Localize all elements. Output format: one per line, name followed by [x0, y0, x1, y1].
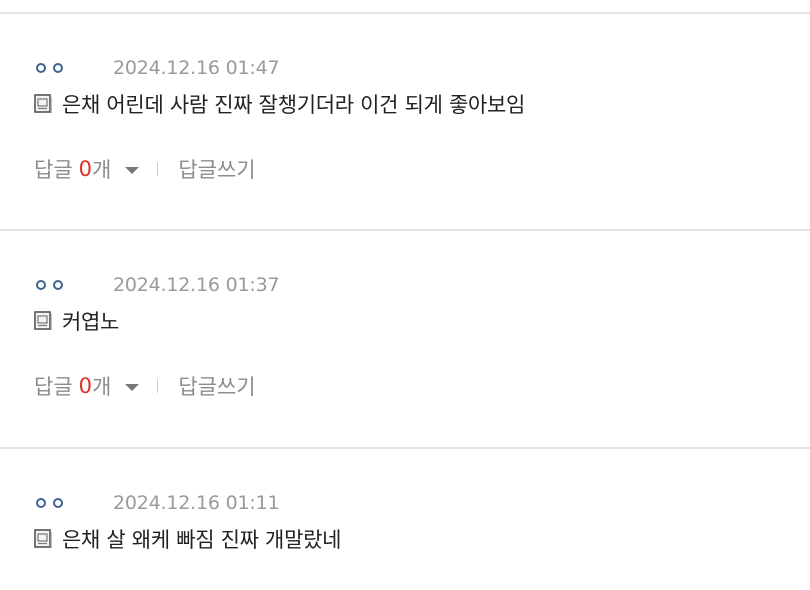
comment-meta: 2024.12.16 01:47 [36, 56, 280, 80]
nickname-char-icon [36, 63, 46, 73]
comment-body: 은채 어린데 사람 진짜 잘챙기더라 이건 되게 좋아보임 [34, 90, 525, 118]
comment-text: 은채 어린데 사람 진짜 잘챙기더라 이건 되게 좋아보임 [62, 93, 526, 117]
comment-body: 은채 살 왜케 빠짐 진짜 개말랐네 [34, 525, 341, 553]
write-reply-button[interactable]: 답글쓰기 [178, 371, 255, 401]
comment-nickname[interactable] [36, 280, 63, 290]
action-separator [157, 379, 159, 393]
nickname-char-icon [53, 63, 63, 73]
comment-text: 커엽노 [62, 310, 120, 334]
comment-date: 2024.12.16 01:37 [113, 274, 280, 296]
reply-count[interactable]: 0 [79, 374, 92, 398]
comment-text: 은채 살 왜케 빠짐 진짜 개말랐네 [62, 528, 342, 552]
comment-date: 2024.12.16 01:11 [113, 492, 280, 514]
comment-item: 2024.12.16 01:11 은채 살 왜케 빠짐 진짜 개말랐네 [0, 491, 810, 590]
nickname-char-icon [53, 280, 63, 290]
document-icon [34, 311, 52, 331]
divider [0, 12, 810, 14]
comment-body: 커엽노 [34, 307, 119, 335]
divider [0, 447, 810, 449]
document-icon [34, 529, 52, 549]
reply-count-unit[interactable]: 개 [92, 371, 111, 401]
comment-list: 2024.12.16 01:47 은채 어린데 사람 진짜 잘챙기더라 이건 되… [0, 0, 810, 590]
nickname-char-icon [36, 498, 46, 508]
comment-actions: 답글 0 개 답글쓰기 [34, 155, 256, 183]
comment-meta: 2024.12.16 01:37 [36, 273, 280, 297]
reply-count-label[interactable]: 답글 [34, 371, 73, 401]
comment-nickname[interactable] [36, 498, 63, 508]
comment-date: 2024.12.16 01:47 [113, 57, 280, 79]
nickname-char-icon [53, 498, 63, 508]
divider [0, 229, 810, 231]
reply-count-unit[interactable]: 개 [92, 154, 111, 184]
action-separator [157, 162, 159, 176]
document-icon [34, 94, 52, 114]
comment-meta: 2024.12.16 01:11 [36, 491, 280, 515]
reply-count[interactable]: 0 [79, 157, 92, 181]
comment-nickname[interactable] [36, 63, 63, 73]
comment-item: 2024.12.16 01:37 커엽노 답글 0 개 답글쓰기 [0, 273, 810, 433]
comment-item: 2024.12.16 01:47 은채 어린데 사람 진짜 잘챙기더라 이건 되… [0, 56, 810, 216]
comment-actions: 답글 0 개 답글쓰기 [34, 372, 256, 400]
caret-down-icon[interactable] [125, 167, 140, 174]
nickname-char-icon [36, 280, 46, 290]
reply-count-label[interactable]: 답글 [34, 154, 73, 184]
write-reply-button[interactable]: 답글쓰기 [178, 154, 255, 184]
caret-down-icon[interactable] [125, 384, 140, 391]
